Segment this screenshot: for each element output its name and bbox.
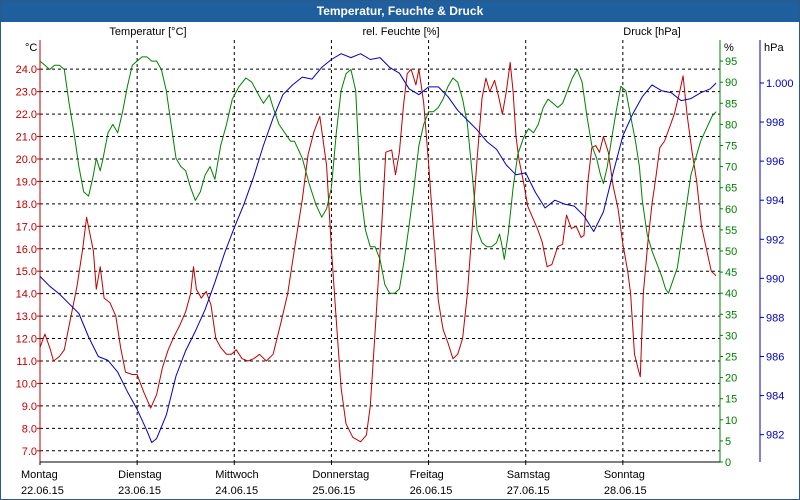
humidity-tick-label: 90 xyxy=(725,77,737,89)
temperature-tick-label: 9.0 xyxy=(22,401,37,413)
pressure-unit: hPa xyxy=(764,42,784,54)
x-tick-label-date: 26.06.15 xyxy=(410,485,453,497)
pressure-tick-label: 992 xyxy=(766,234,784,246)
humidity-tick-label: 10 xyxy=(725,415,737,427)
temperature-tick-label: 12.0 xyxy=(16,334,37,346)
temperature-tick-label: 24.0 xyxy=(16,64,37,76)
pressure-tick-label: 986 xyxy=(766,352,784,364)
temperature-tick-label: 18.0 xyxy=(16,199,37,211)
x-tick-label-day: Freitag xyxy=(410,469,444,481)
humidity-tick-label: 25 xyxy=(725,352,737,364)
humidity-tick-label: 80 xyxy=(725,119,737,131)
pressure-tick-label: 988 xyxy=(766,312,784,324)
temperature-tick-label: 8.0 xyxy=(22,423,37,435)
x-tick-label-day: Sonntag xyxy=(604,469,645,481)
humidity-tick-label: 5 xyxy=(725,436,731,448)
temperature-tick-label: 21.0 xyxy=(16,132,37,144)
x-tick-label-day: Montag xyxy=(21,469,58,481)
humidity-tick-label: 50 xyxy=(725,246,737,258)
temperature-tick-label: 20.0 xyxy=(16,154,37,166)
temperature-tick-label: 17.0 xyxy=(16,221,37,233)
humidity-tick-label: 45 xyxy=(725,267,737,279)
humidity-tick-label: 85 xyxy=(725,98,737,110)
pressure-tick-label: 998 xyxy=(766,117,784,129)
weather-chart: 7.0 8.0 9.0 10.0 11.0 12.0 13.0 14.0 15.0 16.0 17.… xyxy=(16,26,794,497)
humidity-tick-label: 0 xyxy=(725,457,731,469)
x-axis-labels: Montag 22.06.15 Dienstag 23.06.15 Mittwoch 24… xyxy=(21,462,647,497)
series-line-humidity xyxy=(39,56,717,294)
x-tick-label-date: 27.06.15 xyxy=(507,485,550,497)
humidity-unit: % xyxy=(724,42,734,54)
temperature-tick-label: 11.0 xyxy=(16,356,37,368)
x-tick-label-day: Dienstag xyxy=(118,469,161,481)
x-tick-label-date: 22.06.15 xyxy=(21,485,64,497)
x-tick-label-date: 28.06.15 xyxy=(604,485,647,497)
x-tick-label-day: Mittwoch xyxy=(215,469,258,481)
temperature-axis-label: Temperatur [°C] xyxy=(109,26,186,38)
humidity-tick-label: 95 xyxy=(725,56,737,68)
temperature-unit: °C xyxy=(25,42,37,54)
pressure-tick-label: 1.000 xyxy=(766,78,794,90)
pressure-tick-label: 982 xyxy=(766,430,784,442)
x-tick-label-date: 23.06.15 xyxy=(118,485,161,497)
temperature-tick-label: 15.0 xyxy=(16,266,37,278)
temperature-tick-label: 19.0 xyxy=(16,176,37,188)
humidity-tick-label: 75 xyxy=(725,141,737,153)
humidity-tick-label: 40 xyxy=(725,288,737,300)
pressure-tick-label: 984 xyxy=(766,391,784,403)
pressure-axis-label: Druck [hPa] xyxy=(623,26,680,38)
humidity-tick-label: 60 xyxy=(725,204,737,216)
x-tick-label-date: 25.06.15 xyxy=(312,485,355,497)
temperature-tick-label: 13.0 xyxy=(16,311,37,323)
humidity-tick-label: 20 xyxy=(725,373,737,385)
x-tick-label-day: Samstag xyxy=(507,469,550,481)
temperature-tick-label: 22.0 xyxy=(16,109,37,121)
pressure-tick-label: 996 xyxy=(766,156,784,168)
pressure-tick-label: 994 xyxy=(766,195,784,207)
humidity-tick-label: 55 xyxy=(725,225,737,237)
humidity-tick-label: 30 xyxy=(725,330,737,342)
temperature-tick-label: 7.0 xyxy=(22,446,37,458)
humidity-axis-label: rel. Feuchte [%] xyxy=(362,26,439,38)
humidity-tick-label: 65 xyxy=(725,183,737,195)
humidity-tick-label: 35 xyxy=(725,309,737,321)
series-line-pressure xyxy=(39,53,717,443)
pressure-tick-label: 990 xyxy=(766,273,784,285)
temperature-tick-label: 16.0 xyxy=(16,244,37,256)
x-tick-label-day: Donnerstag xyxy=(312,469,369,481)
humidity-tick-label: 70 xyxy=(725,162,737,174)
humidity-tick-label: 15 xyxy=(725,394,737,406)
series-lines xyxy=(39,53,717,443)
temperature-tick-label: 14.0 xyxy=(16,289,37,301)
temperature-tick-label: 10.0 xyxy=(16,378,37,390)
x-tick-label-date: 24.06.15 xyxy=(215,485,258,497)
temperature-tick-label: 23.0 xyxy=(16,87,37,99)
